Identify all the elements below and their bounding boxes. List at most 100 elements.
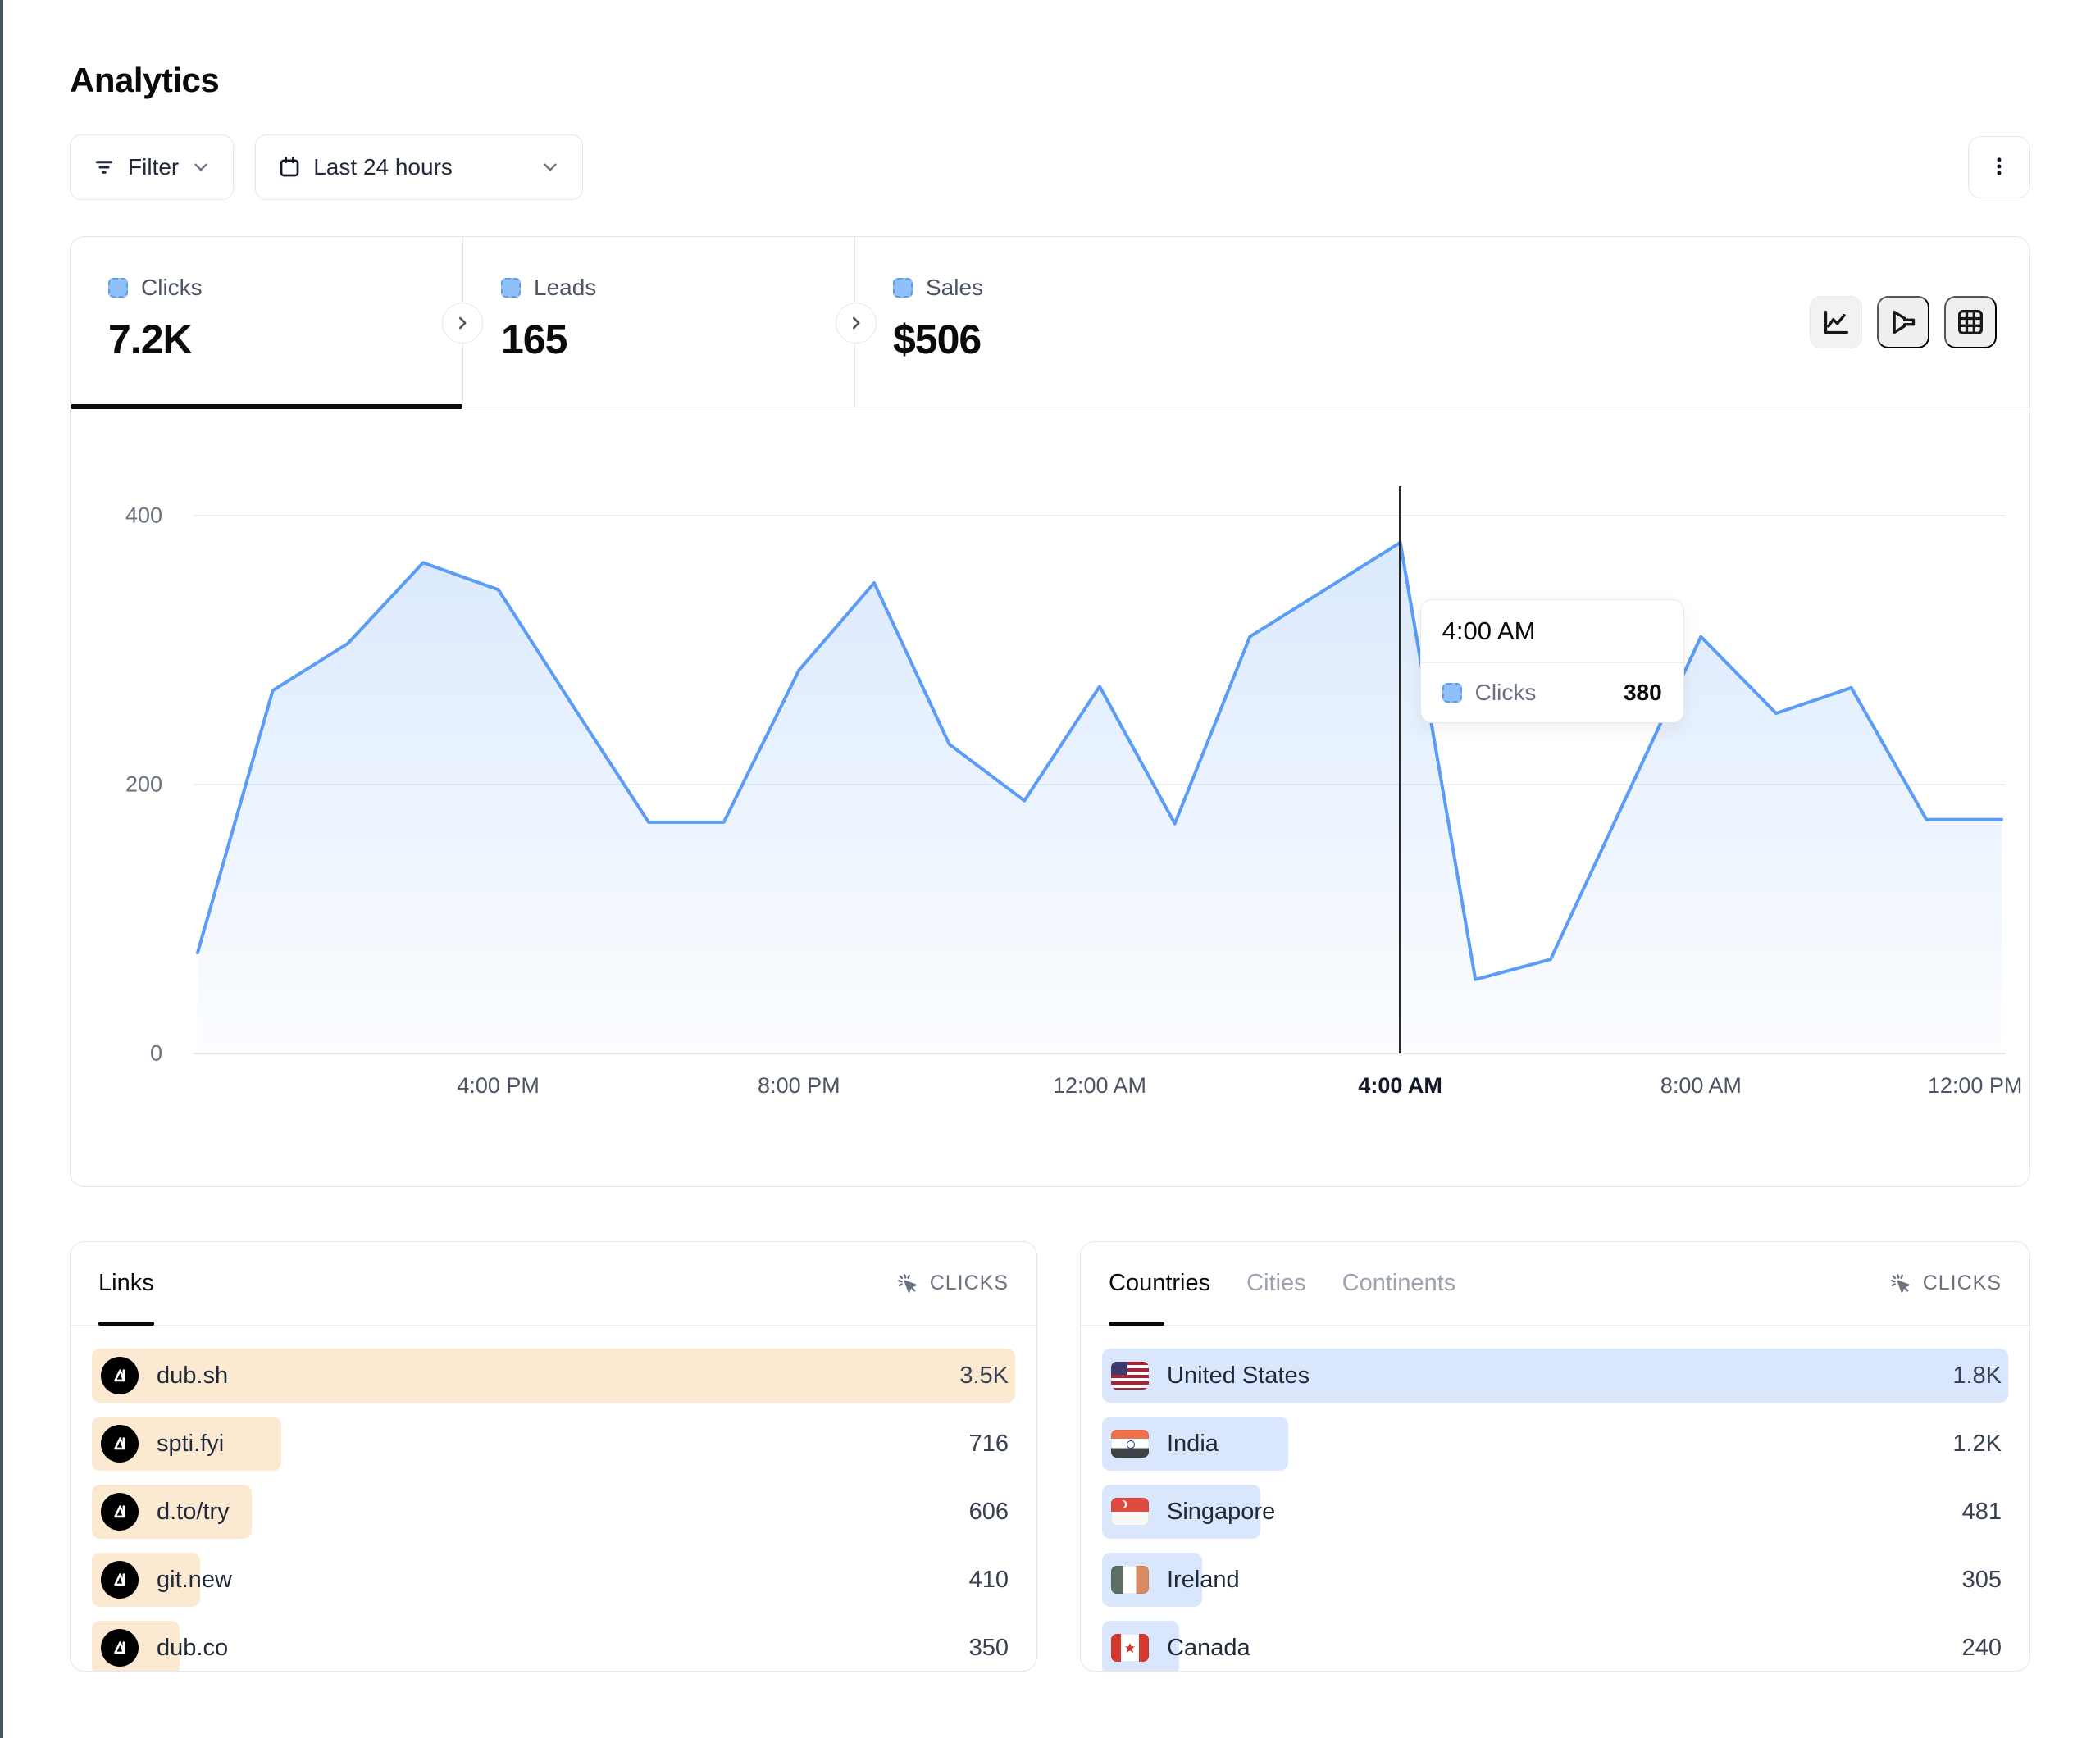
page-title: Analytics	[70, 61, 2030, 100]
filter-lines-icon	[92, 155, 116, 180]
date-range-button[interactable]: Last 24 hours	[255, 134, 583, 200]
y-axis: 4002000	[71, 491, 185, 1053]
link-row[interactable]: spti.fyi 716	[92, 1417, 1015, 1471]
link-clicks-value: 350	[969, 1635, 1015, 1662]
country-clicks-value: 481	[1962, 1499, 2008, 1526]
clicks-swatch-icon	[108, 278, 128, 298]
x-tick-label: 12:00 PM	[1928, 1073, 2023, 1099]
cursor-click-icon	[1888, 1272, 1913, 1296]
country-clicks-value: 1.8K	[1952, 1363, 2008, 1390]
link-label: spti.fyi	[157, 1431, 224, 1458]
clicks-chart-region: 4002000 4:00 AM	[71, 407, 2029, 1185]
chevron-down-icon	[190, 157, 212, 178]
links-list: dub.sh 3.5K spti.fyi 716 d.to/try 606	[71, 1326, 1036, 1672]
tooltip-series-label: Clicks	[1475, 680, 1537, 706]
tab-sales[interactable]: Sales $506	[854, 237, 1246, 407]
tab-leads[interactable]: Leads 165	[462, 237, 854, 407]
dub-favicon	[101, 1357, 139, 1394]
left-edge-strip	[0, 0, 3, 1738]
links-panel: Links CLICKS dub.sh 3.5K spti.fyi	[70, 1241, 1037, 1672]
link-row[interactable]: git.new 410	[92, 1553, 1015, 1607]
link-row[interactable]: d.to/try 606	[92, 1485, 1015, 1539]
link-clicks-value: 410	[969, 1567, 1015, 1594]
country-row[interactable]: India 1.2K	[1102, 1417, 2008, 1471]
chart-tooltip: 4:00 AM Clicks 380	[1420, 599, 1684, 723]
tab-links[interactable]: Links	[98, 1242, 154, 1325]
y-tick-label: 400	[125, 503, 162, 529]
country-label: United States	[1167, 1363, 1310, 1390]
link-row[interactable]: dub.sh 3.5K	[92, 1349, 1015, 1403]
metric-value: 165	[501, 316, 854, 363]
us-flag-icon	[1111, 1362, 1149, 1390]
table-view-button[interactable]	[1944, 296, 1997, 348]
leads-swatch-icon	[501, 278, 521, 298]
dub-favicon	[101, 1561, 139, 1599]
view-toggles	[1810, 296, 1997, 348]
metric-label: Leads	[534, 275, 596, 301]
grid-icon	[1954, 306, 1987, 339]
country-row[interactable]: Singapore 481	[1102, 1485, 2008, 1539]
line-chart-view-button[interactable]	[1810, 296, 1862, 348]
tooltip-value: 380	[1624, 680, 1662, 706]
country-row[interactable]: United States 1.8K	[1102, 1349, 2008, 1403]
metric-value: 7.2K	[108, 316, 462, 363]
countries-list: United States 1.8K India 1.2K Singapore …	[1081, 1326, 2029, 1672]
clicks-area-chart[interactable]: 4:00 AM Clicks 380	[194, 491, 2006, 1053]
metric-label: Sales	[926, 275, 983, 301]
hover-crosshair	[1399, 486, 1401, 1053]
more-options-button[interactable]	[1968, 136, 2030, 198]
x-tick-label: 8:00 AM	[1660, 1073, 1742, 1099]
filter-button[interactable]: Filter	[70, 134, 234, 200]
x-tick-label: 8:00 PM	[758, 1073, 840, 1099]
clicks-swatch-icon	[1442, 683, 1462, 703]
area-fill	[198, 543, 2002, 1053]
analytics-page: Analytics Filter Last 24 hours	[70, 0, 2030, 1672]
tab-continents[interactable]: Continents	[1342, 1242, 1456, 1325]
sales-swatch-icon	[893, 278, 913, 298]
geo-metric-chip[interactable]: CLICKS	[1888, 1272, 2002, 1296]
singapore-flag-icon	[1111, 1498, 1149, 1526]
cursor-click-icon	[895, 1272, 920, 1296]
chevron-right-icon	[452, 312, 473, 334]
chevron-right-icon	[845, 312, 867, 334]
tab-cities[interactable]: Cities	[1246, 1242, 1306, 1325]
country-clicks-value: 240	[1962, 1635, 2008, 1662]
expand-metric-button[interactable]	[836, 303, 877, 344]
metric-tabs: Clicks 7.2K Leads 165 Sales $506	[71, 237, 2029, 407]
ireland-flag-icon	[1111, 1566, 1149, 1594]
funnel-view-button[interactable]	[1877, 296, 1929, 348]
country-clicks-value: 1.2K	[1952, 1431, 2008, 1458]
country-label: Canada	[1167, 1635, 1250, 1662]
y-tick-label: 200	[125, 772, 162, 798]
canada-flag-icon	[1111, 1634, 1149, 1662]
x-tick-label: 4:00 AM	[1358, 1073, 1442, 1099]
link-label: dub.sh	[157, 1363, 228, 1390]
links-metric-label: CLICKS	[930, 1272, 1009, 1295]
chevron-down-icon	[540, 157, 561, 178]
tab-clicks[interactable]: Clicks 7.2K	[71, 237, 462, 407]
dub-favicon	[101, 1629, 139, 1667]
link-label: dub.co	[157, 1635, 228, 1662]
india-flag-icon	[1111, 1430, 1149, 1458]
country-label: Singapore	[1167, 1499, 1275, 1526]
country-row[interactable]: Canada 240	[1102, 1621, 2008, 1672]
kebab-menu-icon	[1987, 154, 2011, 181]
tab-countries[interactable]: Countries	[1109, 1242, 1210, 1325]
expand-metric-button[interactable]	[442, 303, 483, 344]
dub-favicon	[101, 1493, 139, 1531]
filter-button-label: Filter	[128, 154, 179, 180]
link-label: git.new	[157, 1567, 232, 1594]
link-clicks-value: 3.5K	[959, 1363, 1015, 1390]
metric-value: $506	[893, 316, 1246, 363]
geo-panel: Countries Cities Continents CLICKS Unite…	[1080, 1241, 2030, 1672]
line-chart-icon	[1820, 306, 1852, 339]
country-clicks-value: 305	[1962, 1567, 2008, 1594]
date-range-label: Last 24 hours	[313, 154, 453, 180]
chart-canvas	[194, 491, 2006, 1053]
calendar-icon	[277, 155, 302, 180]
links-metric-chip[interactable]: CLICKS	[895, 1272, 1009, 1296]
country-row[interactable]: Ireland 305	[1102, 1553, 2008, 1607]
link-row[interactable]: dub.co 350	[92, 1621, 1015, 1672]
country-label: India	[1167, 1431, 1219, 1458]
metric-label: Clicks	[141, 275, 203, 301]
